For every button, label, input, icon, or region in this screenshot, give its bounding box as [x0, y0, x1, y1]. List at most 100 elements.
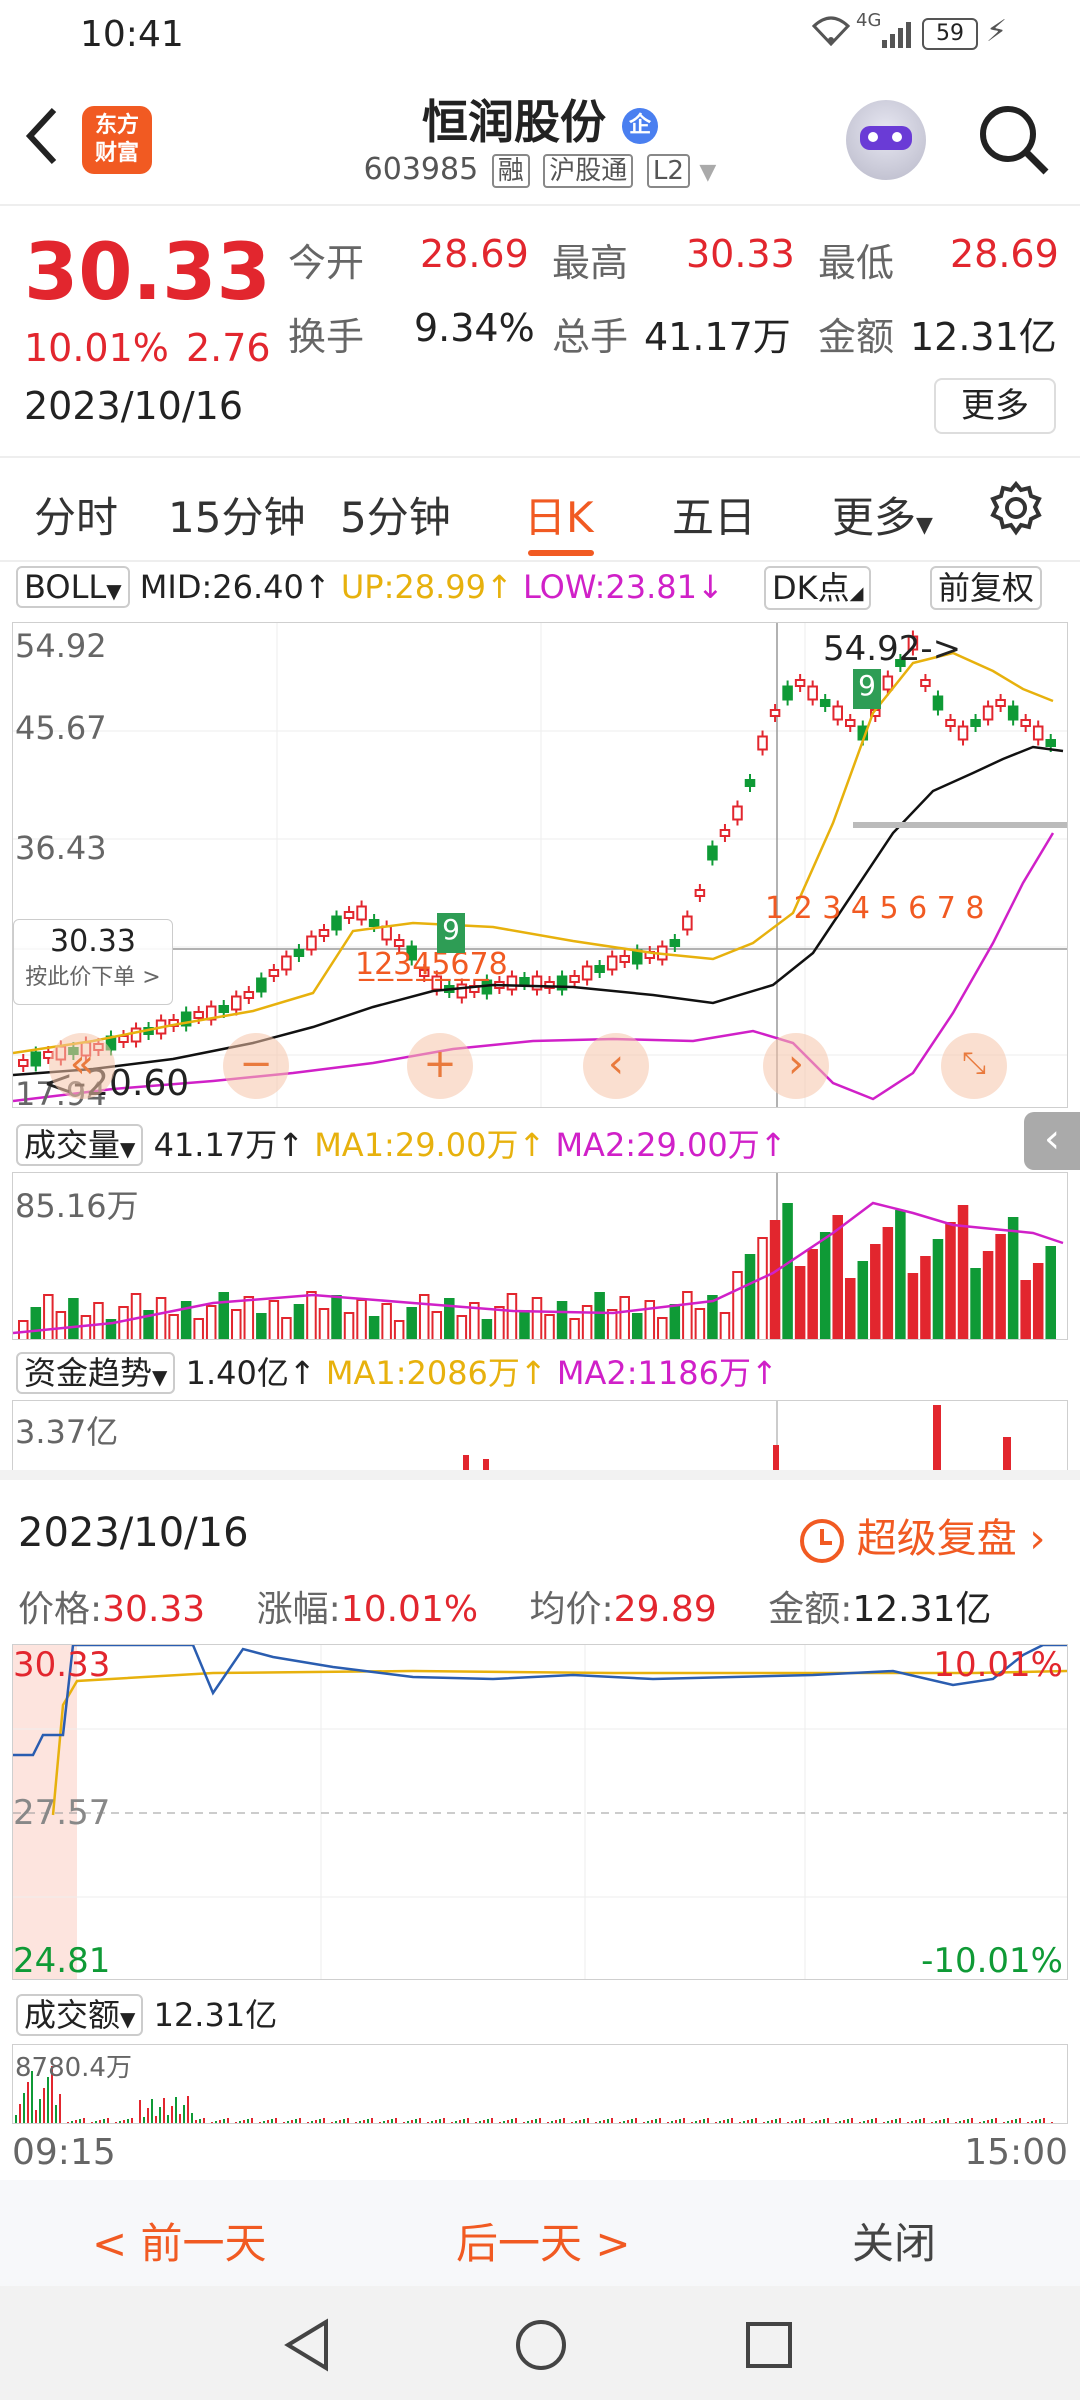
- volume-bar: [456, 1315, 468, 1339]
- volume-label: 总手: [552, 315, 629, 359]
- panel-amount: 12.31亿: [852, 1589, 992, 1630]
- scroll-left-fast-icon[interactable]: «: [49, 1033, 115, 1099]
- candle: [281, 955, 292, 971]
- collapse-side-panel-icon[interactable]: ‹: [1024, 1112, 1080, 1170]
- indicator-selector-boll[interactable]: BOLL▼: [16, 566, 130, 608]
- dk-point-toggle[interactable]: DK点◢: [764, 566, 872, 610]
- amount-bar: [135, 2123, 137, 2124]
- candle: [757, 735, 768, 751]
- step-right-icon[interactable]: ›: [763, 1033, 829, 1099]
- intraday-amount-chart[interactable]: 8780.4万: [12, 2044, 1068, 2124]
- amount-axis-max: 8780.4万: [15, 2053, 132, 2083]
- amount-bar: [823, 2119, 825, 2123]
- tab-more[interactable]: 更多▼: [832, 484, 933, 545]
- tab-15min[interactable]: 15分钟: [168, 484, 305, 545]
- intraday-pct-low: -10.01%: [921, 1941, 1063, 1980]
- amount-bar: [75, 2120, 77, 2123]
- amount-bar: [15, 2115, 17, 2123]
- kline-chart[interactable]: 54.92 45.67 36.43 17.94 54.92-> <-20.60 …: [12, 622, 1068, 1108]
- amount-bar: [519, 2123, 521, 2124]
- zoom-out-icon[interactable]: −: [223, 1033, 289, 1099]
- volume-value: 41.17万: [644, 315, 791, 359]
- close-button[interactable]: 关闭: [852, 2210, 936, 2271]
- intraday-chart[interactable]: 30.33 27.57 24.81 10.01% -10.01%: [12, 1644, 1068, 1980]
- amount-bar: [931, 2122, 933, 2123]
- tab-5min[interactable]: 5分钟: [340, 484, 451, 545]
- amount-bar: [415, 2119, 417, 2123]
- amount-bar: [715, 2122, 717, 2123]
- capital-ma2: MA2:1186万↑: [556, 1354, 778, 1392]
- volume-bar: [782, 1203, 793, 1339]
- indicator-selector-volume[interactable]: 成交量▼: [16, 1124, 144, 1166]
- candle: [393, 939, 405, 947]
- period-tabs: 分时 15分钟 5分钟 日K 五日 更多▼: [0, 458, 1080, 562]
- tab-daily-k[interactable]: 日K: [524, 484, 594, 545]
- volume-bar: [920, 1256, 931, 1339]
- amount-bar: [819, 2120, 821, 2123]
- next-day-button[interactable]: 后一天 >: [456, 2210, 631, 2271]
- candle: [256, 977, 267, 993]
- crosshair-price-tag[interactable]: 30.33 按此价下单 >: [13, 919, 173, 1005]
- volume-bar: [556, 1301, 568, 1339]
- amount-bar: [299, 2118, 301, 2123]
- amount-bar: [595, 2122, 597, 2123]
- volume-bar: [882, 1227, 894, 1339]
- nav-back-icon[interactable]: [282, 2318, 332, 2376]
- amount-bar: [307, 2122, 309, 2123]
- volume-bar: [331, 1295, 342, 1339]
- y-axis-mid2: 36.43: [15, 829, 107, 867]
- volume-bar: [406, 1307, 417, 1339]
- tab-five-day[interactable]: 五日: [672, 484, 756, 545]
- indicator-selector-capital[interactable]: 资金趋势▼: [16, 1352, 176, 1394]
- nav-home-icon[interactable]: [514, 2318, 568, 2376]
- amount-bar: [1003, 2122, 1005, 2123]
- amount-bar: [87, 2123, 89, 2124]
- zoom-in-icon[interactable]: +: [407, 1033, 473, 1099]
- amount-bar: [23, 2093, 25, 2123]
- fullscreen-icon[interactable]: ⤡: [941, 1033, 1007, 1099]
- super-replay-link[interactable]: 超级复盘 ›: [800, 1506, 1045, 1564]
- candle: [18, 1059, 29, 1067]
- volume-chart[interactable]: 85.16万: [12, 1172, 1068, 1340]
- amount-bar: [267, 2120, 269, 2123]
- step-left-icon[interactable]: ‹: [583, 1033, 649, 1099]
- candle: [982, 705, 994, 721]
- amount-bar: [115, 2122, 117, 2123]
- volume-bar: [644, 1300, 656, 1339]
- candle: [118, 1035, 129, 1043]
- search-icon[interactable]: [976, 102, 1052, 182]
- amount-bar: [231, 2123, 233, 2124]
- amount-bar: [695, 2121, 697, 2123]
- panel-price: 30.33: [102, 1589, 206, 1630]
- volume-bar: [30, 1307, 42, 1339]
- capital-chart[interactable]: 3.37亿: [12, 1400, 1068, 1470]
- amount-bar: [975, 2123, 977, 2124]
- volume-bar: [757, 1237, 768, 1339]
- amount-bar: [667, 2122, 669, 2123]
- amount-bar: [503, 2121, 505, 2123]
- amount-bar: [439, 2119, 441, 2123]
- tab-intraday[interactable]: 分时: [34, 484, 118, 545]
- amount-bar: [647, 2121, 649, 2123]
- adjust-mode-button[interactable]: 前复权: [930, 566, 1043, 610]
- amount-bar: [359, 2121, 361, 2123]
- amount-bar: [927, 2123, 929, 2124]
- nav-recents-icon[interactable]: [744, 2320, 794, 2374]
- amount-bar: [103, 2119, 105, 2123]
- amount-bar: [111, 2123, 113, 2124]
- volume-bar: [1045, 1246, 1056, 1339]
- indicator-selector-amount[interactable]: 成交额▼: [16, 1994, 144, 2036]
- prev-day-button[interactable]: < 前一天: [92, 2210, 267, 2271]
- open-label: 今开: [288, 241, 365, 285]
- more-button[interactable]: 更多: [934, 378, 1056, 434]
- amount-bar: [239, 2121, 241, 2123]
- amount-bar: [787, 2122, 789, 2123]
- robot-avatar-icon[interactable]: [846, 100, 926, 180]
- candle: [1045, 739, 1056, 747]
- volume-ma2: MA2:29.00万↑: [555, 1126, 787, 1164]
- chevron-down-icon[interactable]: ▼: [699, 160, 716, 185]
- settings-gear-icon[interactable]: [988, 480, 1044, 546]
- candle: [1007, 705, 1019, 721]
- volume-bar: [669, 1304, 681, 1339]
- volume-bar: [218, 1292, 230, 1339]
